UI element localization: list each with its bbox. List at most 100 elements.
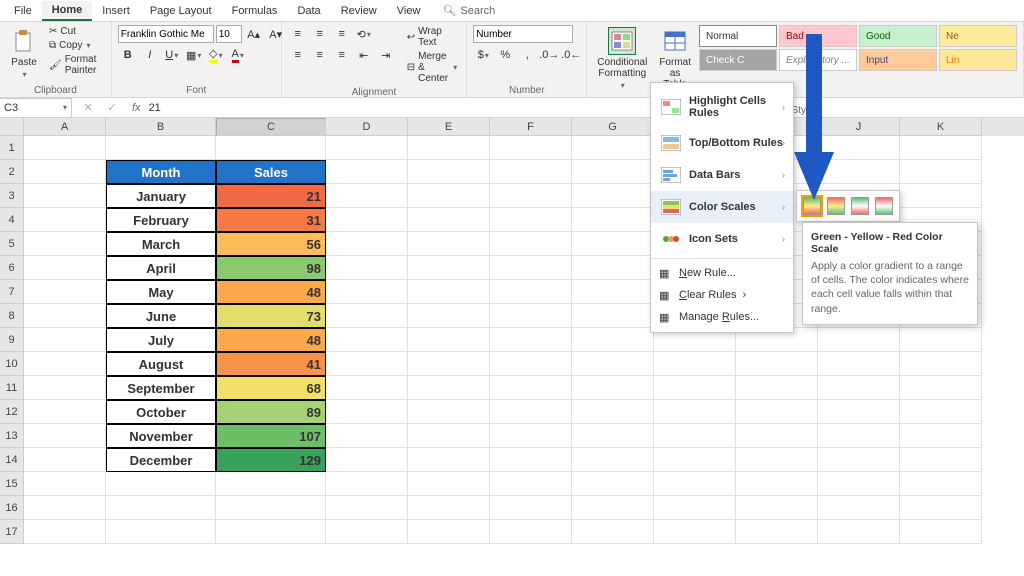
cell-E2[interactable] [408,160,490,184]
cell-C12[interactable]: 89 [216,400,326,424]
cell-F8[interactable] [490,304,572,328]
cell-C3[interactable]: 21 [216,184,326,208]
cell-D7[interactable] [326,280,408,304]
cell-K1[interactable] [900,136,982,160]
cell-H15[interactable] [654,472,736,496]
column-header-B[interactable]: B [106,118,216,136]
tab-data[interactable]: Data [287,2,330,20]
row-header-6[interactable]: 6 [0,256,24,280]
cell-C11[interactable]: 68 [216,376,326,400]
style-input[interactable]: Input [859,49,937,71]
accounting-format-icon[interactable]: $▾ [473,46,493,64]
enter-icon[interactable]: ✓ [102,99,122,117]
column-header-K[interactable]: K [900,118,982,136]
cell-G5[interactable] [572,232,654,256]
column-header-G[interactable]: G [572,118,654,136]
cell-G15[interactable] [572,472,654,496]
menu-clear-rules[interactable]: ▦Clear Rules› [651,284,793,306]
cell-B7[interactable]: May [106,280,216,304]
format-painter-button[interactable]: 🖌︎Format Painter [46,53,105,77]
cell-G9[interactable] [572,328,654,352]
color-scale-green-white-red[interactable] [851,197,869,215]
cell-E6[interactable] [408,256,490,280]
column-header-C[interactable]: C [216,118,326,136]
cell-D10[interactable] [326,352,408,376]
cell-A16[interactable] [24,496,106,520]
cell-J13[interactable] [818,424,900,448]
cell-C4[interactable]: 31 [216,208,326,232]
cell-F10[interactable] [490,352,572,376]
cell-I15[interactable] [736,472,818,496]
cell-D4[interactable] [326,208,408,232]
cell-A8[interactable] [24,304,106,328]
row-header-10[interactable]: 10 [0,352,24,376]
cell-D17[interactable] [326,520,408,544]
cell-C15[interactable] [216,472,326,496]
orientation-icon[interactable]: ⟲▾ [354,25,374,43]
cell-F5[interactable] [490,232,572,256]
cell-C10[interactable]: 41 [216,352,326,376]
cell-A11[interactable] [24,376,106,400]
paste-button[interactable]: Paste▾ [6,25,42,81]
cell-E11[interactable] [408,376,490,400]
row-header-16[interactable]: 16 [0,496,24,520]
cell-F16[interactable] [490,496,572,520]
row-header-11[interactable]: 11 [0,376,24,400]
cell-J9[interactable] [818,328,900,352]
cell-E14[interactable] [408,448,490,472]
cell-F6[interactable] [490,256,572,280]
align-center-icon[interactable]: ≡ [310,46,330,64]
cell-E4[interactable] [408,208,490,232]
cell-K9[interactable] [900,328,982,352]
cell-A2[interactable] [24,160,106,184]
number-format-select[interactable] [473,25,573,43]
cell-D2[interactable] [326,160,408,184]
font-name-select[interactable] [118,25,214,43]
cell-K11[interactable] [900,376,982,400]
style-lin[interactable]: Lin [939,49,1017,71]
cell-H14[interactable] [654,448,736,472]
align-right-icon[interactable]: ≡ [332,46,352,64]
cut-button[interactable]: ✂Cut [46,25,105,38]
wrap-text-button[interactable]: ↩Wrap Text [404,25,461,49]
tab-view[interactable]: View [387,2,431,20]
cell-D8[interactable] [326,304,408,328]
cell-D3[interactable] [326,184,408,208]
menu-new-rule[interactable]: ▦New Rule... [651,262,793,284]
cell-D6[interactable] [326,256,408,280]
cell-H13[interactable] [654,424,736,448]
cell-A3[interactable] [24,184,106,208]
row-header-14[interactable]: 14 [0,448,24,472]
row-header-13[interactable]: 13 [0,424,24,448]
copy-button[interactable]: ⧉Copy▾ [46,39,105,52]
cell-E5[interactable] [408,232,490,256]
cell-C9[interactable]: 48 [216,328,326,352]
cell-C5[interactable]: 56 [216,232,326,256]
cell-J17[interactable] [818,520,900,544]
menu-icon-sets[interactable]: Icon Sets› [651,223,793,255]
cell-E9[interactable] [408,328,490,352]
cell-A12[interactable] [24,400,106,424]
cell-B11[interactable]: September [106,376,216,400]
row-header-2[interactable]: 2 [0,160,24,184]
cell-J14[interactable] [818,448,900,472]
cell-J15[interactable] [818,472,900,496]
menu-highlight-cells-rules[interactable]: Highlight Cells Rules› [651,87,793,127]
cell-E15[interactable] [408,472,490,496]
cell-K13[interactable] [900,424,982,448]
cell-J16[interactable] [818,496,900,520]
cell-B9[interactable]: July [106,328,216,352]
row-header-12[interactable]: 12 [0,400,24,424]
cell-styles-gallery[interactable]: NormalBadGoodNeCheck CExplanatory ...Inp… [699,25,1017,71]
cell-A17[interactable] [24,520,106,544]
row-header-9[interactable]: 9 [0,328,24,352]
cell-B8[interactable]: June [106,304,216,328]
cell-C14[interactable]: 129 [216,448,326,472]
row-header-7[interactable]: 7 [0,280,24,304]
tab-formulas[interactable]: Formulas [222,2,288,20]
cell-I11[interactable] [736,376,818,400]
tab-page-layout[interactable]: Page Layout [140,2,222,20]
cell-J12[interactable] [818,400,900,424]
tell-me-search[interactable]: 🔍︎ Search [442,4,495,17]
cell-A1[interactable] [24,136,106,160]
